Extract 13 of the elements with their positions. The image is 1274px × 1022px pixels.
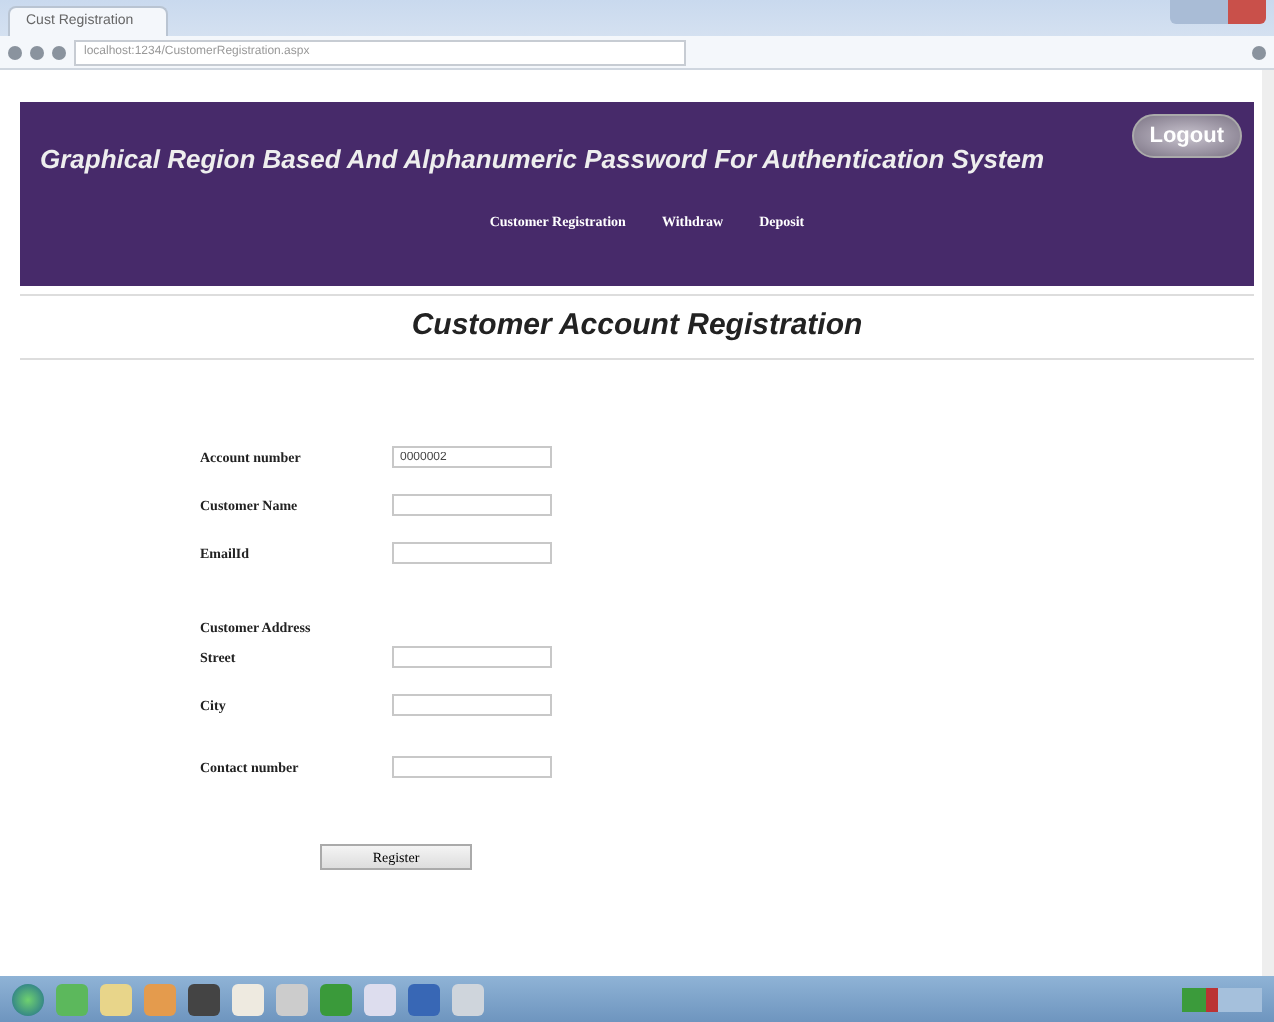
page-title: Customer Account Registration [20, 294, 1254, 360]
app-icon[interactable] [408, 983, 440, 1015]
input-field[interactable] [392, 756, 552, 778]
app-icon[interactable] [232, 983, 264, 1015]
input-field[interactable] [392, 542, 552, 564]
input-field[interactable] [392, 494, 552, 516]
app-icon[interactable] [188, 983, 220, 1015]
window-controls-icon [1170, 0, 1266, 24]
start-icon[interactable] [12, 983, 44, 1015]
input-field[interactable] [392, 694, 552, 716]
input-field[interactable] [392, 646, 552, 668]
scrollbar[interactable] [1262, 70, 1274, 976]
site-title: Graphical Region Based And Alphanumeric Password For Authentication System [40, 144, 1045, 174]
